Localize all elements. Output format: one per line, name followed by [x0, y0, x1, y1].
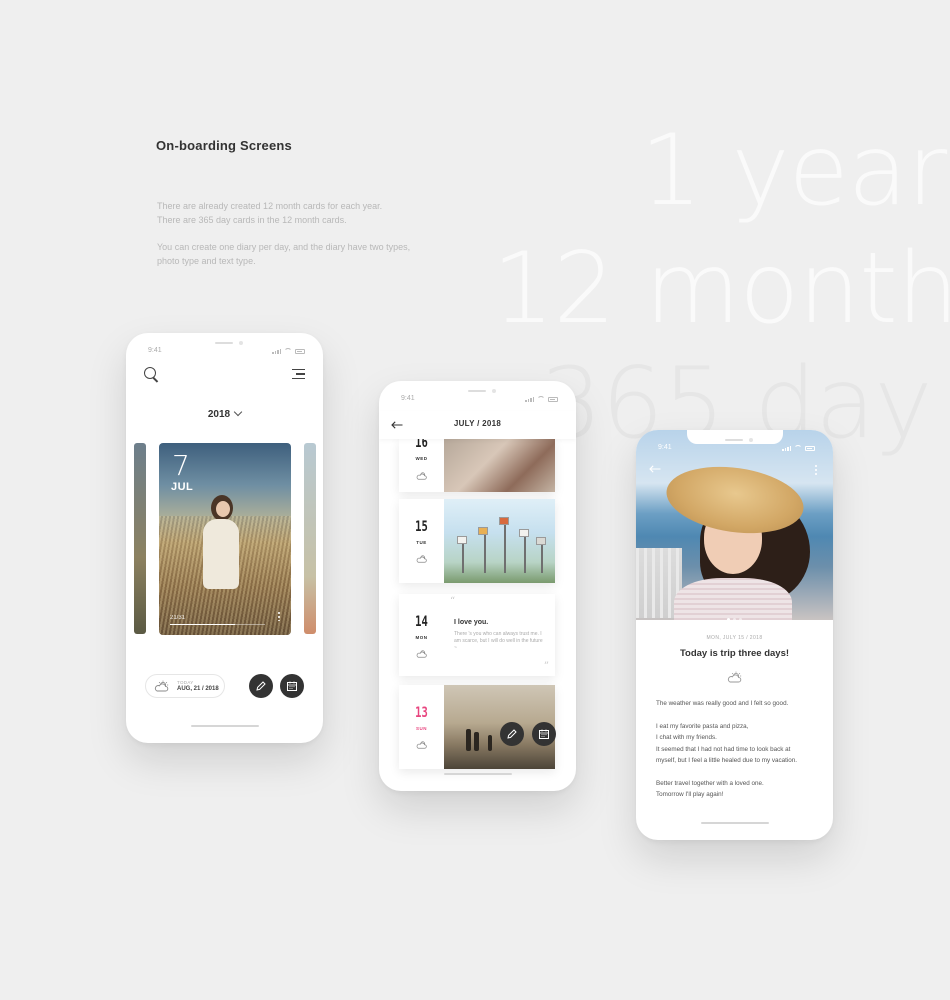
diary-photo[interactable]	[636, 430, 833, 620]
quote-title: I love you.	[454, 619, 489, 626]
calendar-icon	[539, 729, 549, 739]
entry-paragraph: I eat my favorite pasta and pizza, I cha…	[656, 722, 798, 765]
weather-date: AUG, 21 / 2018	[177, 686, 219, 692]
more-icon[interactable]	[815, 464, 817, 476]
prev-month-card[interactable]	[134, 443, 146, 634]
day-number: 14	[415, 614, 428, 630]
partly-cloudy-icon	[727, 671, 742, 683]
entry-title: Today is trip three days!	[679, 648, 790, 659]
wifi-icon	[284, 348, 292, 354]
status-icons	[272, 348, 305, 354]
day-weekday: SUN	[415, 726, 427, 731]
day-card-text[interactable]: 14 MON “ I love you. There 's you who ca…	[399, 594, 555, 676]
partly-cloudy-icon	[154, 680, 169, 692]
phone-notch	[686, 430, 783, 444]
page-title: JULY / 2018	[453, 419, 502, 428]
battery-icon	[295, 349, 305, 354]
status-time: 9:41	[658, 444, 672, 451]
signal-icon	[525, 397, 534, 402]
status-time: 9:41	[148, 347, 162, 354]
day-photo	[444, 499, 555, 583]
day-card[interactable]: 15 TUE	[399, 499, 555, 583]
write-diary-button[interactable]	[500, 722, 524, 746]
slide-dot[interactable]	[739, 618, 742, 620]
card-progress-bar	[170, 624, 265, 625]
entry-date: MON, JULY 15 / 2018	[706, 635, 763, 641]
slide-indicator	[636, 608, 833, 620]
wifi-icon	[537, 396, 545, 402]
day-number: 15	[415, 519, 428, 535]
app-header: JULY / 2018	[379, 411, 576, 439]
text-diary: “ I love you. There 's you who can alway…	[444, 594, 555, 676]
quote-text: There 's you who can always trust me. I …	[454, 631, 543, 651]
quote-close-icon: ”	[543, 661, 549, 672]
partly-cloudy-icon	[416, 472, 427, 480]
month-card[interactable]: 7 JUL 21/31	[159, 443, 291, 635]
next-month-card[interactable]	[304, 443, 316, 634]
day-card[interactable]: 16 WED	[399, 435, 555, 492]
chevron-down-icon	[233, 407, 243, 417]
weather-label: TODAY	[177, 680, 194, 685]
calendar-button[interactable]	[532, 722, 556, 746]
calendar-button[interactable]	[280, 674, 304, 698]
battery-icon	[805, 446, 815, 451]
entry-paragraph: Better travel together with a loved one.…	[656, 779, 764, 799]
phone-notch	[429, 381, 526, 395]
hero-text-month: 12 month	[492, 232, 950, 346]
home-indicator	[443, 773, 512, 775]
partly-cloudy-icon	[416, 555, 427, 563]
today-weather-pill[interactable]: TODAY AUG, 21 / 2018	[145, 674, 225, 698]
home-indicator	[700, 822, 769, 824]
day-number: 13	[415, 705, 428, 721]
slide-dot[interactable]	[733, 618, 736, 620]
wifi-icon	[794, 445, 802, 451]
menu-icon[interactable]	[292, 369, 305, 379]
phone-month-cards: 9:41 2018 7 JUL 21/31 TODAY AUG, 21 / 20…	[126, 333, 323, 743]
pencil-icon	[507, 729, 517, 739]
signal-icon	[782, 446, 791, 451]
status-time: 9:41	[401, 395, 415, 402]
year-label: 2018	[207, 409, 231, 420]
phone-notch	[176, 333, 273, 347]
back-arrow-icon[interactable]	[649, 465, 661, 473]
more-icon[interactable]	[278, 611, 280, 621]
intro-paragraph-1: There are already created 12 month cards…	[157, 201, 383, 225]
phone-day-list: 9:41 16 WED 15 TUE 14 MON “ I love you. …	[379, 381, 576, 791]
card-day-number: 7	[172, 449, 190, 482]
card-month: JUL	[171, 481, 194, 493]
phone-diary-detail: 9:41 MON, JULY 15 / 2018 Today is trip t…	[636, 430, 833, 840]
entry-paragraph: The weather was really good and I felt s…	[656, 700, 789, 707]
search-icon[interactable]	[144, 367, 156, 379]
card-count: 21/31	[170, 615, 186, 621]
day-card[interactable]: 13 SUN	[399, 685, 555, 769]
partly-cloudy-icon	[416, 741, 427, 749]
day-weekday: MON	[415, 635, 428, 640]
year-selector[interactable]: 2018	[126, 407, 323, 420]
write-diary-button[interactable]	[249, 674, 273, 698]
home-indicator	[190, 725, 259, 727]
section-title: On-boarding Screens	[156, 138, 292, 153]
hero-text-year: 1 year	[640, 114, 947, 228]
partly-cloudy-icon	[416, 650, 427, 658]
status-icons	[525, 396, 558, 402]
quote-open-icon: “	[450, 596, 456, 607]
battery-icon	[548, 397, 558, 402]
signal-icon	[272, 349, 281, 354]
status-icons	[782, 445, 815, 451]
day-photo	[444, 439, 555, 492]
day-weekday: TUE	[416, 540, 427, 545]
calendar-icon	[287, 681, 297, 691]
entry-body: The weather was really good and I felt s…	[656, 698, 826, 812]
slide-dot[interactable]	[727, 618, 730, 620]
intro-paragraph-2: You can create one diary per day, and th…	[157, 242, 411, 266]
pencil-icon	[256, 681, 266, 691]
day-weekday: WED	[415, 456, 428, 461]
